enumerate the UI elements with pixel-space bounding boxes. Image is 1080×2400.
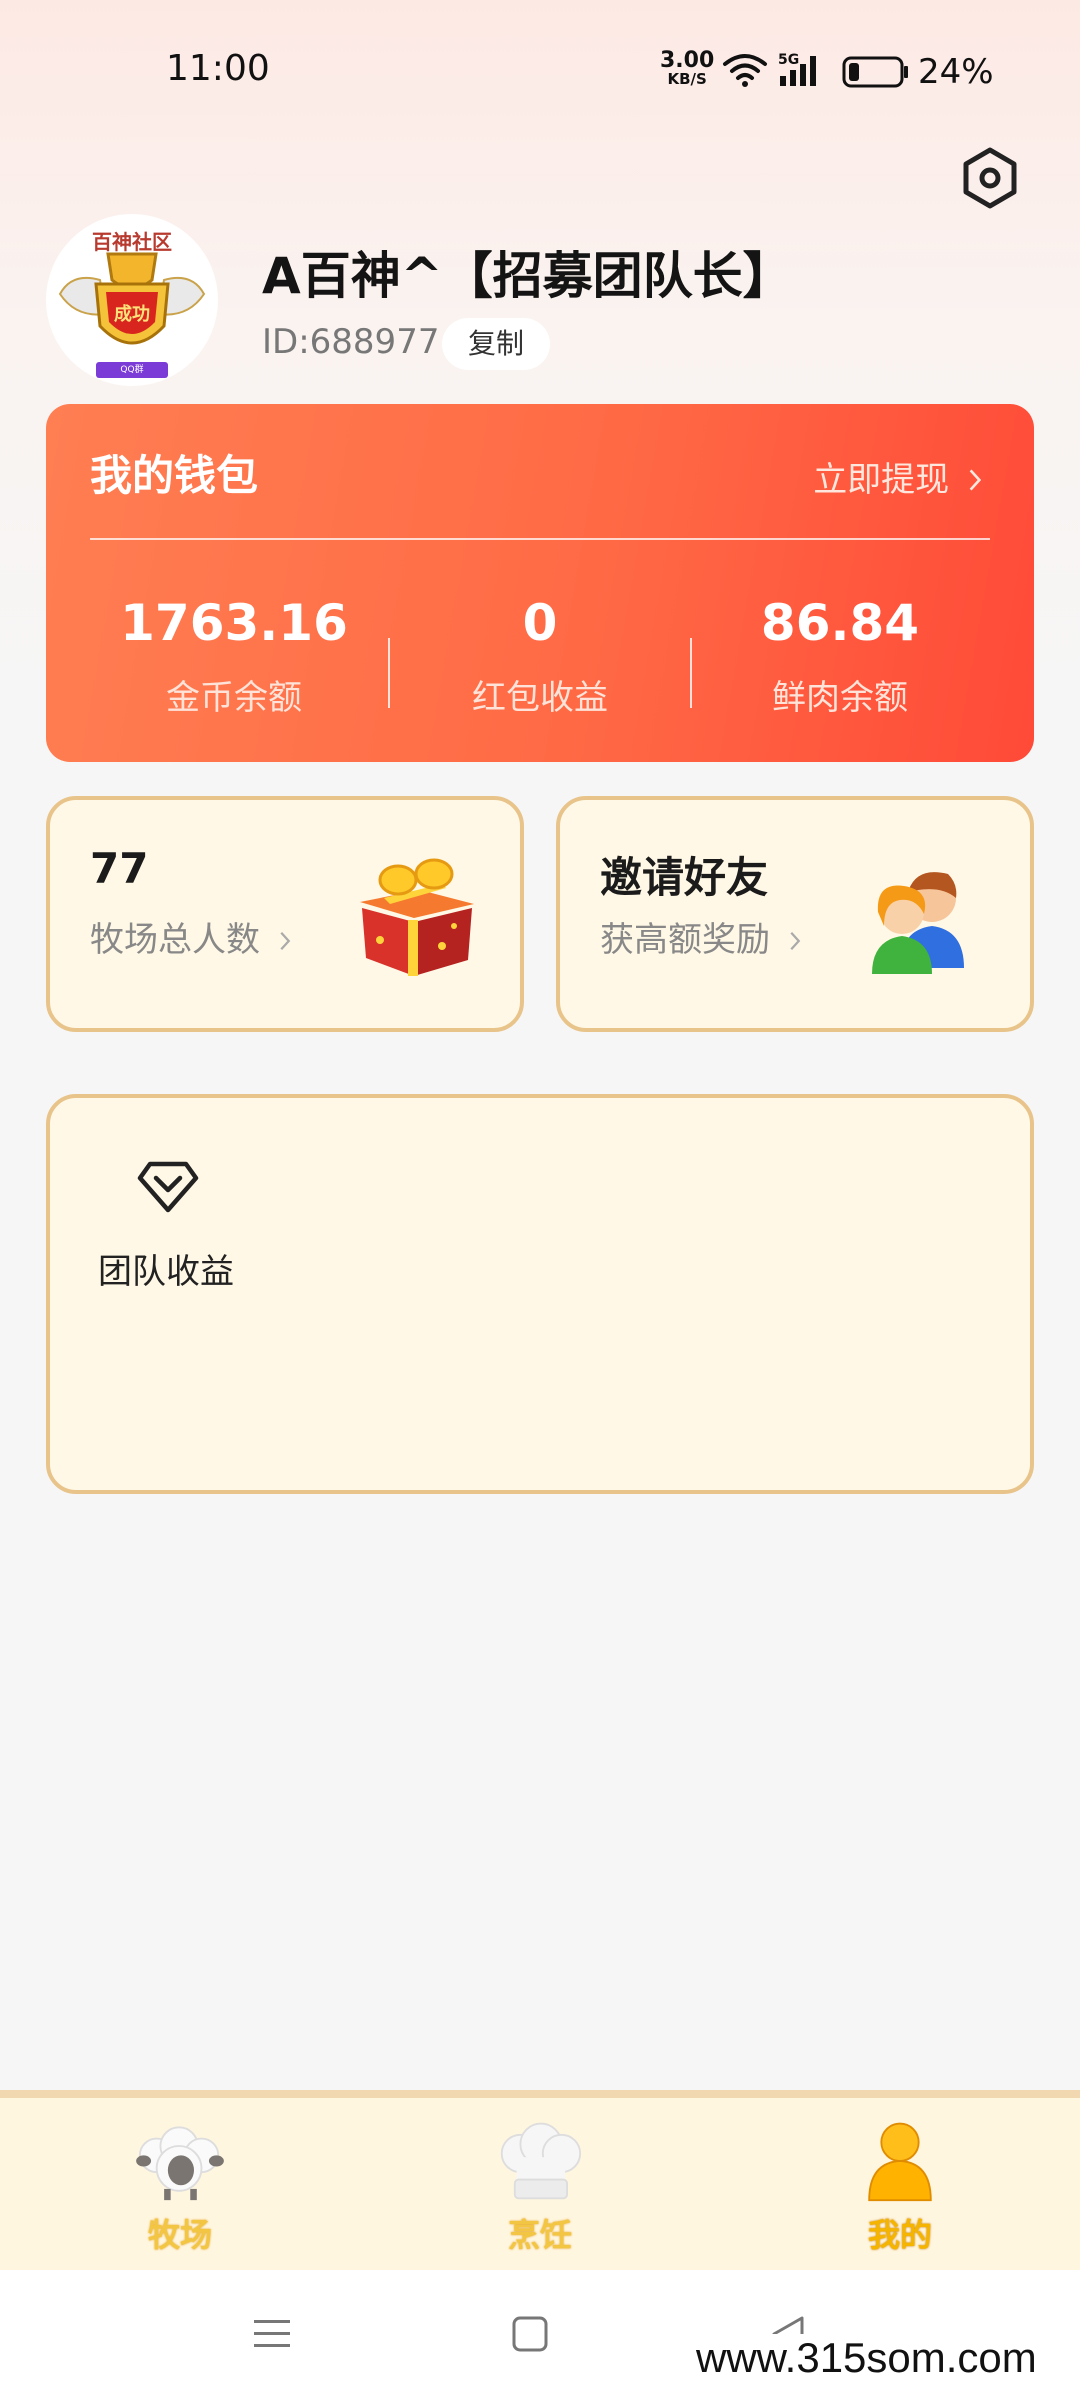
friends-icon xyxy=(872,872,964,974)
net-speed: 3.00 KB/S xyxy=(660,48,715,89)
avatar-center-text: 成功 xyxy=(114,303,150,325)
stat-label: 金币余额 xyxy=(166,678,302,718)
tab-mine[interactable]: 我的 xyxy=(820,2118,980,2256)
tab-label: 烹饪 xyxy=(507,2216,572,2254)
gift-box-icon xyxy=(360,858,474,976)
invite-link: 获高额奖励 xyxy=(600,912,801,961)
avatar[interactable]: 百神社区 成功 QQ群414383818 xyxy=(46,214,218,386)
stat-value: 0 xyxy=(522,594,558,652)
wifi-icon xyxy=(723,54,767,87)
net-speed-value: 3.00 xyxy=(660,48,715,73)
wallet-title: 我的钱包 xyxy=(90,451,259,500)
battery-icon xyxy=(842,56,908,88)
stat-value: 86.84 xyxy=(760,594,920,652)
svg-text:5G: 5G xyxy=(778,52,799,68)
watermark: www.315som.com xyxy=(690,2334,1043,2382)
avatar-bottom-text: QQ群414383818 xyxy=(96,362,168,386)
chevron-right-icon xyxy=(969,469,982,491)
sheep-icon xyxy=(136,2126,224,2201)
chevron-right-icon xyxy=(280,931,291,951)
diamond-icon xyxy=(137,1161,199,1213)
wallet-divider xyxy=(90,538,990,540)
battery-percent: 24% xyxy=(918,52,994,92)
user-id: ID:688977 xyxy=(262,322,440,362)
tab-ranch[interactable]: 牧场 xyxy=(100,2118,260,2256)
withdraw-link[interactable]: 立即提现 xyxy=(813,452,982,501)
tab-cooking[interactable]: 烹饪 xyxy=(460,2118,620,2256)
invite-title: 邀请好友 xyxy=(600,853,769,902)
stat-label: 红包收益 xyxy=(472,678,608,718)
stat-meat-balance[interactable]: 86.84 鲜肉余额 xyxy=(690,594,990,719)
invite-label: 获高额奖励 xyxy=(600,920,770,960)
bottom-tab-bar: 牧场 烹饪 我的 xyxy=(0,2090,1080,2270)
team-income-label: 团队收益 xyxy=(98,1252,234,1292)
tab-label: 牧场 xyxy=(147,2216,212,2254)
ranch-total-value: 77 xyxy=(90,844,149,893)
status-time: 11:00 xyxy=(166,48,270,89)
status-bar: 11:00 3.00 KB/S 5G 24% xyxy=(0,0,1080,140)
user-icon xyxy=(868,2122,932,2202)
stat-gold-balance[interactable]: 1763.16 金币余额 xyxy=(84,594,384,719)
chevron-right-icon xyxy=(790,931,801,951)
home-icon[interactable] xyxy=(510,2314,550,2354)
menu-icon[interactable] xyxy=(252,2314,292,2354)
net-speed-unit: KB/S xyxy=(667,70,707,88)
team-income-card[interactable]: 团队收益 xyxy=(46,1094,1034,1494)
stat-value: 1763.16 xyxy=(120,594,348,652)
stat-label: 鲜肉余额 xyxy=(772,678,908,718)
signal-5g-icon: 5G xyxy=(778,52,816,86)
settings-icon[interactable] xyxy=(958,146,1022,210)
withdraw-label: 立即提现 xyxy=(813,460,950,500)
ranch-total-link: 牧场总人数 xyxy=(90,912,291,961)
copy-id-button[interactable]: 复制 xyxy=(442,318,550,370)
stat-redpacket-income[interactable]: 0 红包收益 xyxy=(390,594,690,719)
ranch-total-label: 牧场总人数 xyxy=(90,920,260,960)
chef-hat-icon xyxy=(500,2122,582,2200)
username: A百神^【招募团队长】 xyxy=(262,247,793,305)
invite-friends-card[interactable]: 邀请好友 获高额奖励 xyxy=(556,796,1034,1032)
ranch-total-card[interactable]: 77 牧场总人数 xyxy=(46,796,524,1032)
trophy-badge-icon: 成功 xyxy=(58,252,206,345)
tab-label: 我的 xyxy=(867,2216,932,2254)
wallet-card: 我的钱包 立即提现 1763.16 金币余额 0 红包收益 86.84 鲜肉余额 xyxy=(46,404,1034,762)
